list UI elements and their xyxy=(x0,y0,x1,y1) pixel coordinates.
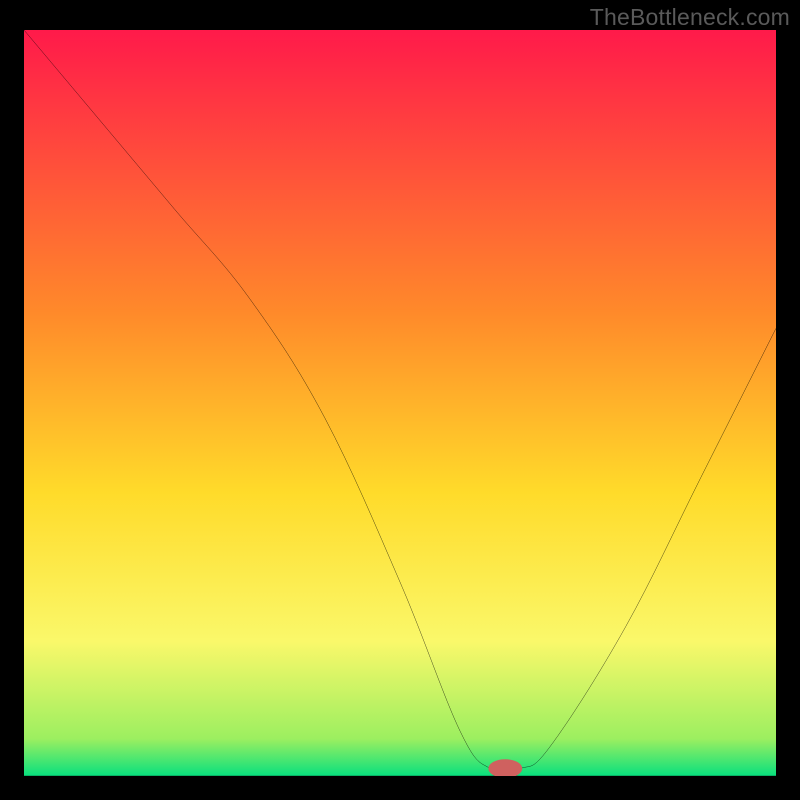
plot-svg xyxy=(24,30,776,776)
bottleneck-plot xyxy=(24,30,776,776)
optimal-point-marker xyxy=(489,760,522,776)
watermark-text: TheBottleneck.com xyxy=(590,4,790,31)
chart-frame: TheBottleneck.com xyxy=(0,0,800,800)
plot-background xyxy=(24,30,776,776)
